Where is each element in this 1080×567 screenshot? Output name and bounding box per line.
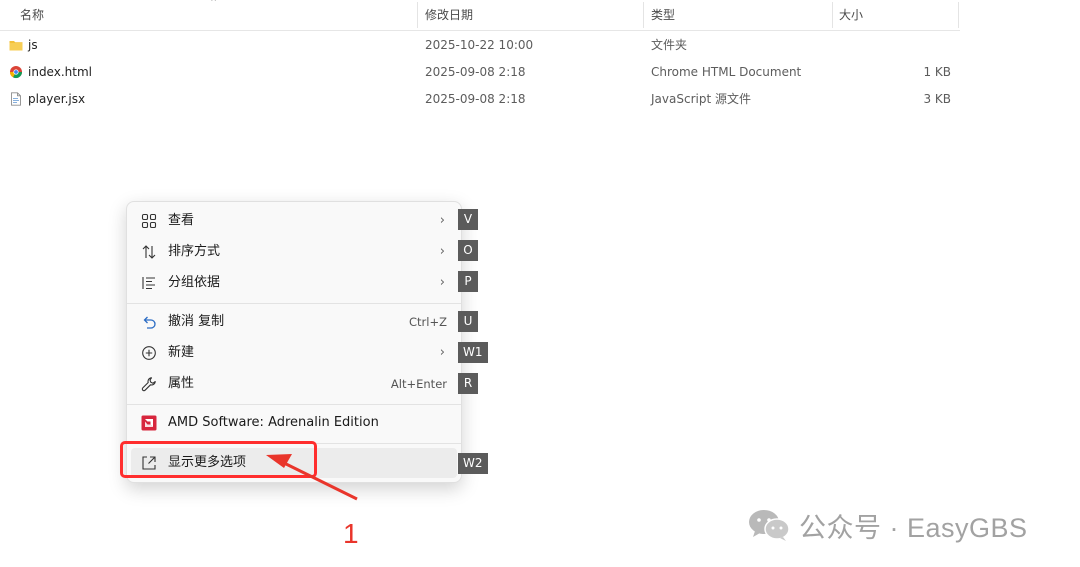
access-key-badge: R (458, 373, 478, 394)
column-divider[interactable] (417, 2, 418, 28)
access-key-badge: V (458, 209, 478, 230)
file-type: Chrome HTML Document (651, 65, 802, 79)
group-list-icon (142, 277, 155, 290)
menu-item-group-by[interactable]: 分组依据 › (131, 268, 457, 298)
file-modified: 2025-09-08 2:18 (425, 65, 526, 79)
column-divider[interactable] (958, 2, 959, 28)
chevron-right-icon: › (439, 244, 445, 259)
column-divider[interactable] (832, 2, 833, 28)
column-modified[interactable]: 修改日期 (425, 0, 473, 30)
watermark-text: 公众号 · EasyGBS (799, 512, 1028, 543)
menu-item-label: 新建 (168, 345, 195, 360)
file-name: player.jsx (28, 92, 86, 106)
column-header: ⌃ 名称 修改日期 类型 大小 (0, 0, 960, 31)
menu-item-label: 排序方式 (168, 244, 221, 259)
chrome-file-icon (9, 66, 22, 79)
file-modified: 2025-10-22 10:00 (425, 38, 534, 52)
menu-item-amd-software[interactable]: AMD Software: Adrenalin Edition (131, 408, 457, 438)
file-size: 1 KB (923, 65, 951, 79)
menu-item-label: 撤消 复制 (168, 314, 225, 329)
access-key-badge: O (458, 240, 478, 261)
file-size (891, 32, 951, 59)
view-grid-icon (141, 213, 157, 229)
new-plus-icon (142, 346, 156, 360)
access-key-badge: U (458, 311, 478, 332)
column-size[interactable]: 大小 (839, 0, 863, 30)
folder-icon (9, 41, 23, 51)
menu-item-view[interactable]: 查看 › (131, 206, 457, 236)
access-key-badge: W1 (458, 342, 488, 363)
file-icon (11, 92, 21, 106)
file-name: js (28, 38, 38, 52)
file-type: JavaScript 源文件 (651, 92, 751, 106)
file-row[interactable]: js 2025-10-22 10:00 文件夹 (0, 32, 960, 59)
menu-item-sort[interactable]: 排序方式 › (131, 237, 457, 267)
sort-icon (142, 245, 156, 259)
menu-shortcut: Ctrl+Z (409, 315, 447, 329)
chevron-right-icon: › (439, 345, 445, 360)
highlight-box (120, 441, 317, 478)
chevron-right-icon: › (439, 275, 445, 290)
sort-caret-icon: ⌃ (209, 0, 219, 9)
wrench-icon (141, 377, 156, 392)
menu-divider (127, 404, 461, 405)
menu-shortcut: Alt+Enter (390, 377, 447, 391)
menu-item-new[interactable]: 新建 › (131, 338, 457, 368)
menu-item-label: 分组依据 (168, 275, 221, 290)
menu-item-label: 属性 (168, 376, 195, 391)
file-name: index.html (28, 65, 92, 79)
wechat-icon (749, 510, 790, 541)
menu-divider (127, 303, 461, 304)
file-row[interactable]: player.jsx 2025-09-08 2:18 JavaScript 源文… (0, 86, 960, 113)
amd-logo-icon (141, 415, 157, 431)
undo-icon (143, 316, 156, 329)
file-size: 3 KB (923, 92, 951, 106)
watermark: 公众号 · EasyGBS (747, 505, 1028, 545)
column-divider[interactable] (643, 2, 644, 28)
file-modified: 2025-09-08 2:18 (425, 92, 526, 106)
file-row[interactable]: index.html 2025-09-08 2:18 Chrome HTML D… (0, 59, 960, 86)
chevron-right-icon: › (439, 213, 445, 228)
column-type[interactable]: 类型 (651, 0, 675, 30)
menu-item-undo-copy[interactable]: 撤消 复制 Ctrl+Z (131, 307, 457, 337)
file-type: 文件夹 (651, 38, 688, 52)
access-key-badge: W2 (458, 453, 488, 474)
access-key-badge: P (458, 271, 478, 292)
column-name[interactable]: 名称 (20, 0, 44, 30)
step-number: 1 (343, 518, 359, 549)
menu-item-label: AMD Software: Adrenalin Edition (168, 415, 379, 430)
menu-item-label: 查看 (168, 213, 195, 228)
menu-item-properties[interactable]: 属性 Alt+Enter (131, 369, 457, 399)
